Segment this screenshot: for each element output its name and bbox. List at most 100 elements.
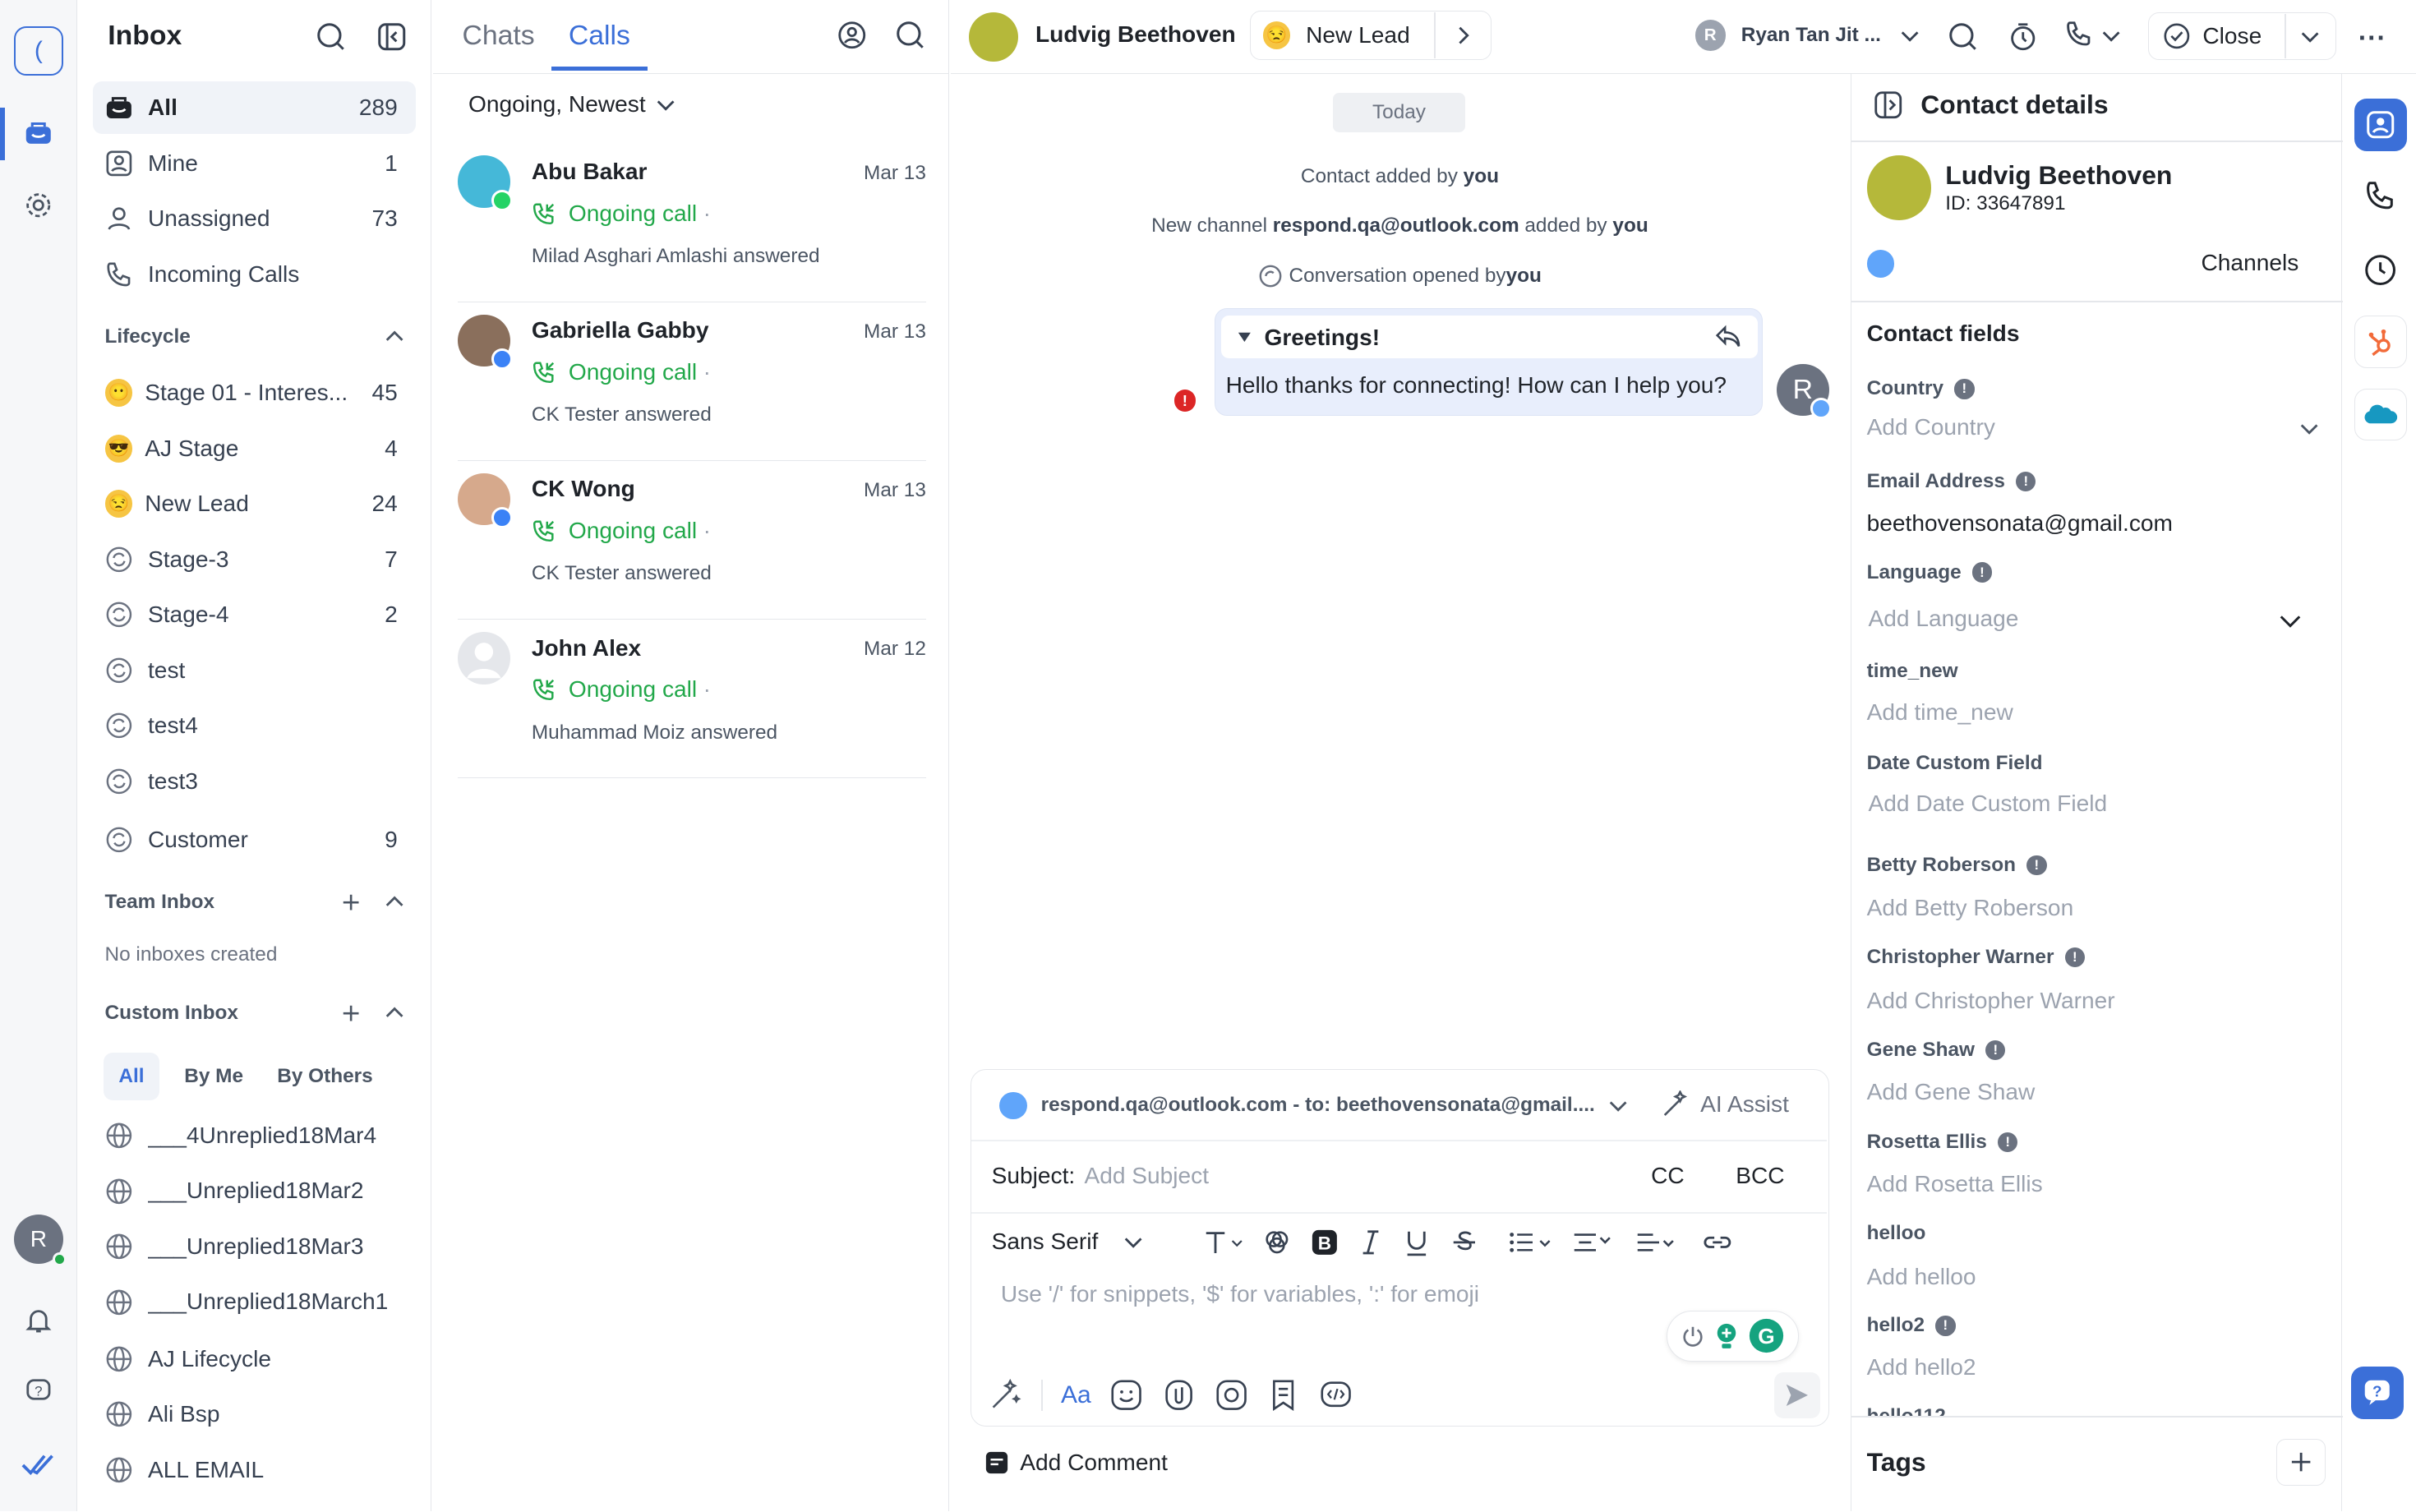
underline-icon[interactable] xyxy=(1403,1228,1431,1256)
magic-wand-icon[interactable] xyxy=(989,1378,1022,1412)
link-icon[interactable] xyxy=(1704,1228,1731,1256)
outgoing-message-bubble[interactable]: Greetings! Hello thanks for connecting! … xyxy=(1214,308,1763,417)
history-clock-icon[interactable] xyxy=(2354,243,2407,296)
tab-chats[interactable]: Chats xyxy=(463,20,535,52)
lifecycle-stage-selector[interactable]: 😒 New Lead xyxy=(1249,11,1492,61)
emoji-icon[interactable] xyxy=(1109,1378,1143,1412)
contact-profile-app-icon[interactable] xyxy=(2354,99,2407,151)
gene-shaw-field[interactable]: Add Gene Shaw xyxy=(1867,1079,2036,1105)
code-variable-icon[interactable] xyxy=(1319,1378,1353,1412)
search-icon[interactable] xyxy=(895,20,926,51)
color-palette-icon[interactable] xyxy=(1263,1228,1291,1256)
plus-icon[interactable] xyxy=(340,1003,362,1024)
chevron-right-icon[interactable] xyxy=(1452,25,1473,46)
snooze-timer-icon[interactable] xyxy=(2008,21,2039,53)
align-left-icon[interactable] xyxy=(1634,1228,1678,1256)
chevron-up-icon[interactable] xyxy=(384,326,405,348)
chevron-up-icon[interactable] xyxy=(384,1003,405,1024)
lightbulb-icon[interactable] xyxy=(1714,1322,1739,1350)
conversation-item[interactable]: Abu Bakar Mar 13 Ongoing call · Milad Asg… xyxy=(457,143,926,302)
custom-inbox-item[interactable]: ___4Unreplied18Mar4 xyxy=(93,1109,417,1162)
support-chat-icon[interactable]: ? xyxy=(2351,1367,2404,1419)
font-family-select[interactable]: Sans Serif xyxy=(992,1228,1145,1255)
template-icon[interactable] xyxy=(1266,1378,1300,1412)
lifecycle-item[interactable]: Stage-4 2 xyxy=(93,588,417,641)
plus-icon[interactable] xyxy=(340,892,362,913)
failed-delivery-icon[interactable]: ! xyxy=(1173,390,1196,412)
call-dropdown[interactable] xyxy=(2063,20,2122,51)
lifecycle-item[interactable]: Customer 9 xyxy=(93,814,417,866)
hello2-field[interactable]: Add hello2 xyxy=(1867,1354,1976,1381)
lifecycle-section-header[interactable]: Lifecycle xyxy=(105,325,406,348)
language-select[interactable]: Add Language xyxy=(1869,606,2019,632)
team-inbox-section-header[interactable]: Team Inbox xyxy=(105,891,406,914)
date-custom-field[interactable]: Add Date Custom Field xyxy=(1869,791,2108,817)
notifications-bell-icon[interactable] xyxy=(14,1296,63,1345)
settings-icon[interactable] xyxy=(14,180,63,229)
betty-roberson-field[interactable]: Add Betty Roberson xyxy=(1867,895,2074,921)
search-icon[interactable] xyxy=(1948,21,1979,53)
italic-icon[interactable] xyxy=(1358,1228,1383,1256)
lifecycle-item[interactable]: test xyxy=(93,644,417,697)
lifecycle-item[interactable]: test4 xyxy=(93,699,417,752)
search-icon[interactable] xyxy=(316,21,347,53)
cc-button[interactable]: CC xyxy=(1651,1163,1685,1189)
ai-assist-button[interactable]: AI Assist xyxy=(1662,1090,1789,1118)
grammarly-widget[interactable]: G xyxy=(1666,1310,1800,1362)
power-icon[interactable] xyxy=(1681,1324,1705,1348)
conversation-item[interactable]: CK Wong Mar 13 Ongoing call · CK Tester a… xyxy=(457,461,926,620)
chevron-down-icon[interactable] xyxy=(2299,25,2321,47)
collapse-sidebar-icon[interactable] xyxy=(376,21,408,53)
email-channel-icon[interactable] xyxy=(1866,249,1895,278)
helloo-field[interactable]: Add helloo xyxy=(1867,1264,1976,1290)
bold-icon[interactable]: B xyxy=(1311,1228,1339,1256)
snippet-icon[interactable] xyxy=(1215,1378,1248,1412)
custom-inbox-item[interactable]: ALL EMAIL xyxy=(93,1444,417,1496)
workspace-logo[interactable]: ( xyxy=(13,25,63,76)
chevron-down-icon[interactable] xyxy=(2298,417,2320,439)
filter-tab-by-others[interactable]: By Others xyxy=(262,1053,389,1100)
text-format-button[interactable]: Aa xyxy=(1061,1381,1091,1409)
attachment-icon[interactable] xyxy=(1162,1378,1196,1412)
filter-tab-all[interactable]: All xyxy=(103,1052,160,1100)
lifecycle-item[interactable]: Stage-3 7 xyxy=(93,533,417,586)
strikethrough-icon[interactable] xyxy=(1450,1228,1478,1256)
email-field[interactable]: beethovensonata@gmail.com xyxy=(1867,510,2173,537)
custom-inbox-item[interactable]: ___Unreplied18Mar3 xyxy=(93,1220,417,1273)
subject-input[interactable]: Add Subject xyxy=(1084,1163,1209,1189)
bullet-list-icon[interactable] xyxy=(1508,1228,1551,1256)
christopher-warner-field[interactable]: Add Christopher Warner xyxy=(1867,988,2115,1014)
salesforce-icon[interactable] xyxy=(2354,388,2407,441)
header-contact-name[interactable]: Ludvig Beethoven xyxy=(1035,21,1236,48)
reply-icon[interactable] xyxy=(1714,325,1742,349)
sort-filter-dropdown[interactable]: Ongoing, Newest xyxy=(468,91,676,118)
custom-inbox-item[interactable]: AJ Lifecycle xyxy=(93,1333,417,1385)
custom-inbox-item[interactable]: ___Unreplied18Mar2 xyxy=(93,1165,417,1218)
custom-inbox-section-header[interactable]: Custom Inbox xyxy=(105,1002,406,1025)
inbox-item-unassigned[interactable]: Unassigned 73 xyxy=(93,192,417,245)
chevron-down-icon[interactable] xyxy=(2278,609,2303,634)
grammarly-icon[interactable]: G xyxy=(1748,1317,1785,1354)
custom-inbox-item[interactable]: Ali Bsp xyxy=(93,1388,417,1441)
help-icon[interactable]: ? xyxy=(14,1367,63,1416)
conversation-item[interactable]: Gabriella Gabby Mar 13 Ongoing call · CK … xyxy=(457,302,926,461)
assignee-dropdown[interactable]: R Ryan Tan Jit ... xyxy=(1694,20,1921,51)
rosetta-ellis-field[interactable]: Add Rosetta Ellis xyxy=(1867,1171,2043,1197)
lifecycle-item[interactable]: test3 xyxy=(93,755,417,808)
inbox-item-mine[interactable]: Mine 1 xyxy=(93,137,417,190)
chevron-up-icon[interactable] xyxy=(384,892,405,913)
tab-calls[interactable]: Calls xyxy=(569,20,630,52)
inbox-item-incoming-calls[interactable]: Incoming Calls xyxy=(93,248,417,301)
bcc-button[interactable]: BCC xyxy=(1736,1163,1784,1189)
contact-avatar[interactable] xyxy=(969,12,1019,62)
time-new-field[interactable]: Add time_new xyxy=(1867,699,2013,726)
add-comment-button[interactable]: Add Comment xyxy=(984,1450,1168,1476)
conversation-item[interactable]: John Alex Mar 12 Ongoing call · Muhammad … xyxy=(457,620,926,778)
channels-link[interactable]: Channels xyxy=(2202,250,2299,276)
contacts-settings-icon[interactable] xyxy=(837,20,868,51)
email-from-to-selector[interactable]: respond.qa@outlook.com - to: beethovenso… xyxy=(999,1091,1629,1120)
close-conversation-button[interactable]: Close xyxy=(2147,12,2336,61)
send-button[interactable] xyxy=(1774,1371,1821,1418)
filter-tab-by-me[interactable]: By Me xyxy=(169,1053,259,1100)
more-options-icon[interactable]: ⋯ xyxy=(2358,21,2387,54)
